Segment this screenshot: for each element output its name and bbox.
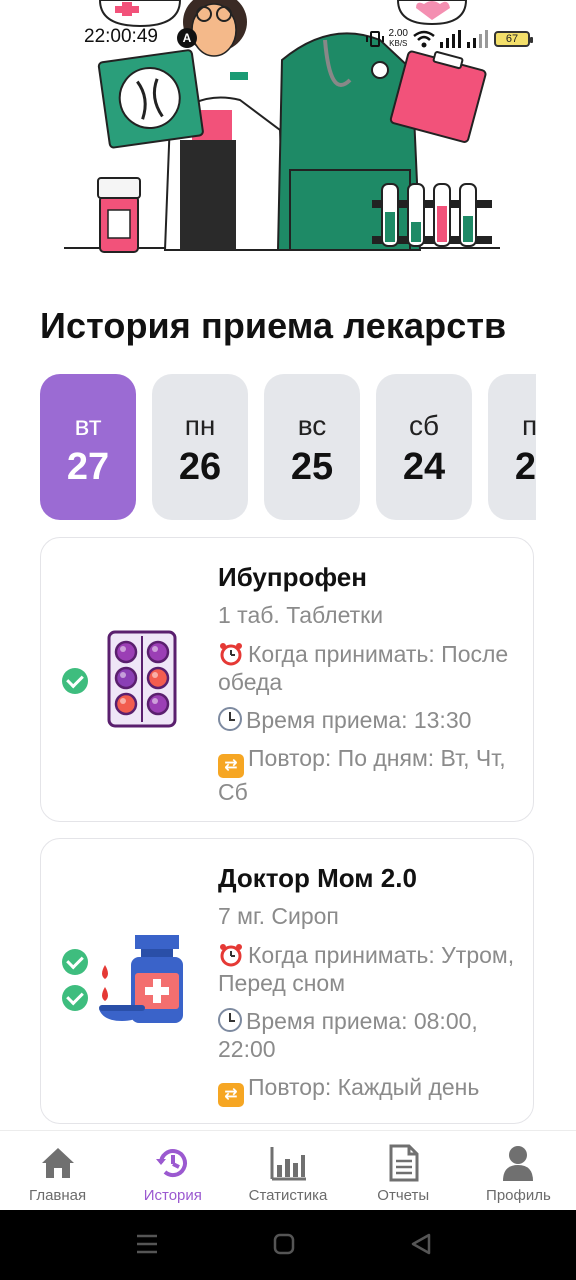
history-icon <box>155 1149 187 1178</box>
taken-checks <box>62 668 88 694</box>
medication-repeat-row: ⇄ Повтор: По дням: Вт, Чт, Сб <box>218 744 518 806</box>
system-navigation-bar <box>0 1210 576 1280</box>
vibrate-icon <box>365 31 384 47</box>
nav-label: Статистика <box>248 1187 328 1204</box>
menu-icon[interactable] <box>135 1233 159 1255</box>
signal-2-icon <box>467 30 488 48</box>
notification-a-icon: A <box>177 28 197 48</box>
medication-repeat: Повтор: По дням: Вт, Чт, Сб <box>218 745 506 805</box>
document-icon <box>389 1144 419 1182</box>
home-button-icon[interactable] <box>273 1233 295 1255</box>
date-selector[interactable]: вт 27 пн 26 вс 25 сб 24 пт 23 <box>40 374 536 522</box>
clock-icon <box>218 707 242 731</box>
nav-item-profile[interactable]: Профиль <box>461 1131 576 1211</box>
nav-label: Отчеты <box>377 1187 430 1204</box>
bottom-navigation: Главная История Статистика Отчеты Профил… <box>0 1130 576 1211</box>
day-name: сб <box>408 409 440 441</box>
page-title: История приема лекарств <box>40 305 507 346</box>
network-speed-value: 2.00 <box>388 28 408 39</box>
repeat-icon: ⇄ <box>218 1083 244 1107</box>
medication-info: Доктор Мом 2.0 7 мг. Сироп Когда принима… <box>218 861 518 1107</box>
medication-name: Доктор Мом 2.0 <box>218 863 417 893</box>
medication-time-row: Время приема: 08:00, 22:00 <box>218 1007 518 1063</box>
pills-blister-icon <box>107 630 177 728</box>
date-chip-27[interactable]: вт 27 <box>40 374 136 520</box>
back-icon[interactable] <box>410 1233 432 1255</box>
day-name: пн <box>184 409 216 441</box>
day-number: 23 <box>514 445 536 488</box>
medication-repeat-row: ⇄ Повтор: Каждый день <box>218 1073 518 1107</box>
medication-repeat: Повтор: Каждый день <box>248 1074 480 1100</box>
signal-icon <box>440 30 461 48</box>
medication-dose: 7 мг. Сироп <box>218 903 339 929</box>
day-number: 24 <box>402 445 446 488</box>
network-speed: 2.00 KB/S <box>389 29 408 49</box>
medication-when: Когда принимать: После обеда <box>218 641 509 695</box>
status-icons: 2.00 KB/S 67 <box>365 28 533 50</box>
alarm-clock-icon <box>220 643 242 666</box>
nav-label: История <box>143 1187 202 1204</box>
medication-when-row: Когда принимать: Утром, Перед сном <box>218 941 518 997</box>
nav-label: Профиль <box>486 1187 551 1204</box>
nav-item-statistics[interactable]: Статистика <box>230 1131 345 1211</box>
day-name: вт <box>74 409 102 441</box>
nav-label: Главная <box>29 1187 87 1204</box>
wifi-icon <box>413 30 435 48</box>
date-chip-26[interactable]: пн 26 <box>152 374 248 520</box>
status-time: 22:00:49 <box>84 26 158 47</box>
home-icon <box>41 1148 74 1178</box>
battery-icon: 67 <box>494 31 533 47</box>
medication-time: Время приема: 08:00, 22:00 <box>218 1008 478 1062</box>
date-track: вт 27 пн 26 вс 25 сб 24 пт 23 <box>40 374 536 520</box>
bar-chart-icon <box>270 1147 306 1181</box>
taken-checks <box>62 949 88 1011</box>
check-icon <box>62 949 88 975</box>
check-icon <box>62 668 88 694</box>
network-speed-unit: KB/S <box>389 39 408 48</box>
day-number: 27 <box>66 445 110 488</box>
medication-when: Когда принимать: Утром, Перед сном <box>218 942 515 996</box>
medication-name: Ибупрофен <box>218 562 367 592</box>
medication-card[interactable]: Ибупрофен 1 таб. Таблетки Когда принимат… <box>40 537 534 822</box>
medication-when-row: Когда принимать: После обеда <box>218 640 518 696</box>
nav-item-home[interactable]: Главная <box>0 1131 115 1211</box>
alarm-clock-icon <box>220 944 242 967</box>
date-chip-24[interactable]: сб 24 <box>376 374 472 520</box>
day-name: пт <box>522 409 536 441</box>
clock-icon <box>218 1008 242 1032</box>
day-number: 25 <box>290 445 334 488</box>
nav-item-history[interactable]: История <box>115 1131 230 1211</box>
user-icon <box>503 1146 534 1181</box>
medication-time-row: Время приема: 13:30 <box>218 706 518 734</box>
status-bar: 22:00:49 A 2.00 KB/S 67 <box>0 22 576 56</box>
repeat-icon: ⇄ <box>218 754 244 778</box>
check-icon <box>62 985 88 1011</box>
day-number: 26 <box>178 445 222 488</box>
date-chip-23[interactable]: пт 23 <box>488 374 536 520</box>
medication-dose: 1 таб. Таблетки <box>218 602 384 628</box>
syrup-bottle-icon <box>99 935 183 1023</box>
medication-info: Ибупрофен 1 таб. Таблетки Когда принимат… <box>218 560 518 806</box>
day-name: вс <box>297 409 327 441</box>
medication-time: Время приема: 13:30 <box>246 707 472 733</box>
nav-item-reports[interactable]: Отчеты <box>346 1131 461 1211</box>
medication-card[interactable]: Доктор Мом 2.0 7 мг. Сироп Когда принима… <box>40 838 534 1124</box>
date-chip-25[interactable]: вс 25 <box>264 374 360 520</box>
